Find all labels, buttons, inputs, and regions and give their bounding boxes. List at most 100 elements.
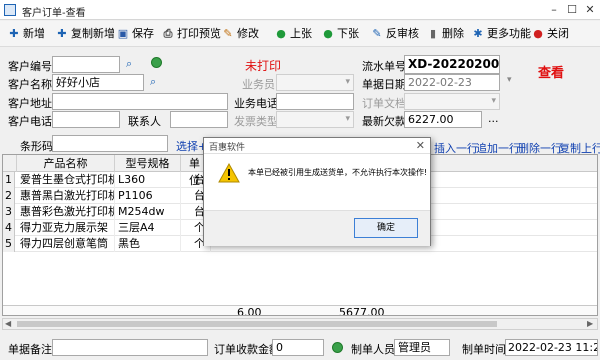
dialog-title: 百惠软件 <box>209 143 246 153</box>
dialog-close-icon[interactable]: ✕ <box>416 139 425 152</box>
edit-icon: ✎ <box>223 27 233 40</box>
delete-label: 删除 <box>442 27 464 40</box>
next-record-button[interactable]: ● 下张 <box>322 25 359 43</box>
latest-debt-label: 最新欠款 <box>362 115 406 128</box>
customer-no-field[interactable] <box>52 56 120 73</box>
date-dropdown-icon[interactable]: ▾ <box>507 75 512 85</box>
order-doc-select[interactable]: ▾ <box>404 93 500 110</box>
print-preview-button[interactable]: ⎙ 打印预览 <box>162 25 221 43</box>
more-functions-button[interactable]: ✱ 更多功能 <box>472 25 531 43</box>
date-label: 单据日期 <box>362 78 406 91</box>
scrollbar-thumb[interactable] <box>17 321 497 327</box>
unaudit-icon: ✎ <box>372 27 382 40</box>
invoice-type-label: 发票类型 <box>234 115 278 128</box>
product-name-cell[interactable]: 惠普彩色激光打印机 <box>17 204 115 220</box>
model-cell[interactable]: L360 <box>115 172 181 188</box>
created-time-label: 制单时间 <box>462 343 506 356</box>
close-button[interactable]: ● 关闭 <box>532 25 569 43</box>
product-name-cell[interactable]: 爱普生墨仓式打印机 <box>17 172 115 188</box>
customer-name-field[interactable]: 好好小店 <box>52 74 144 91</box>
dialog-body: 本单已经被引用生成送货单，不允许执行本次操作! <box>204 155 430 210</box>
model-cell[interactable]: P1106 <box>115 188 181 204</box>
view-stamp: 查看 <box>538 66 565 81</box>
order-no-label: 流水单号 <box>362 60 406 73</box>
ok-button[interactable]: 确定 <box>354 218 418 238</box>
customer-phone-field[interactable] <box>52 111 120 128</box>
dialog-footer: 确定 <box>204 210 430 246</box>
window-title: 客户订单-查看 <box>22 8 86 19</box>
customer-address-label: 客户地址 <box>8 97 52 110</box>
customer-address-field[interactable] <box>52 93 228 110</box>
date-field[interactable]: 2022-02-23 <box>404 74 500 91</box>
customer-phone-label: 客户电话 <box>8 115 52 128</box>
new-button[interactable]: ✚ 新增 <box>8 25 45 43</box>
prev-record-button[interactable]: ● 上张 <box>275 25 312 43</box>
copy-new-button[interactable]: ✚ 复制新增 <box>56 25 115 43</box>
salesperson-label: 业务员 <box>242 78 275 91</box>
more-functions-label: 更多功能 <box>487 27 531 40</box>
product-name-cell[interactable]: 得力四层创意笔筒 <box>17 236 115 252</box>
business-phone-label: 业务电话 <box>234 97 278 110</box>
received-field[interactable]: 0 <box>272 339 324 356</box>
save-icon: ▣ <box>117 27 129 40</box>
created-time-field: 2022-02-23 11:26:20 <box>505 339 598 356</box>
status-bar: 单据备注 订单收款金额 0 制单人员 管理员 制单时间 2022-02-23 1… <box>0 337 600 359</box>
model-cell[interactable]: 黑色 <box>115 236 181 252</box>
search-icon[interactable]: ⌕ <box>126 57 132 71</box>
plus-icon: ✚ <box>9 27 19 40</box>
remark-field[interactable] <box>52 339 208 356</box>
dialog-message: 本单已经被引用生成送货单，不允许执行本次操作! <box>248 168 428 177</box>
dialog-title-bar: 百惠软件 ✕ <box>204 138 430 154</box>
save-label: 保存 <box>132 27 154 40</box>
warning-icon <box>218 163 240 183</box>
save-button[interactable]: ▣ 保存 <box>117 25 154 43</box>
maximize-button[interactable]: ☐ <box>564 3 580 17</box>
sum-amount: 5677.00 <box>339 306 385 316</box>
order-no-field[interactable]: XD-202202002 <box>404 55 500 74</box>
creator-field: 管理员 <box>394 339 450 356</box>
arrow-up-icon: ● <box>276 27 286 40</box>
refresh-icon[interactable] <box>151 57 162 68</box>
chevron-down-icon: ▾ <box>345 77 350 87</box>
customer-search-icon[interactable]: ⌕ <box>150 75 156 89</box>
close-circle-icon: ● <box>533 27 543 40</box>
horizontal-scrollbar[interactable]: ◀ ▶ <box>2 318 598 330</box>
customer-no-label: 客户编号 <box>8 60 52 73</box>
column-header-model[interactable]: 型号规格 <box>115 155 181 172</box>
column-header-product-name[interactable]: 产品名称 <box>17 155 115 172</box>
contact-label: 联系人 <box>128 115 161 128</box>
edit-button[interactable]: ✎ 修改 <box>222 25 259 43</box>
print-preview-label: 打印预览 <box>177 27 221 40</box>
title-bar: 客户订单-查看 – ☐ ✕ <box>0 0 600 20</box>
scroll-left-icon[interactable]: ◀ <box>5 319 11 328</box>
model-cell[interactable]: 三层A4 <box>115 220 181 236</box>
scroll-right-icon[interactable]: ▶ <box>587 319 593 328</box>
row-number: 1 <box>3 172 15 188</box>
status-ok-icon <box>332 342 343 353</box>
minimize-button[interactable]: – <box>546 3 562 17</box>
edit-label: 修改 <box>237 27 259 40</box>
delete-icon: ▮ <box>429 27 437 40</box>
copy-add-icon: ✚ <box>57 27 67 40</box>
invoice-type-select[interactable]: ▾ <box>276 111 354 128</box>
model-cell[interactable]: M254dw <box>115 204 181 220</box>
delete-button[interactable]: ▮ 删除 <box>427 25 464 43</box>
window-close-button[interactable]: ✕ <box>582 3 598 17</box>
print-icon: ⎙ <box>163 27 173 40</box>
more-icon: ✱ <box>473 27 483 40</box>
barcode-field[interactable] <box>52 135 168 152</box>
contact-field[interactable] <box>170 111 228 128</box>
unaudit-label: 反审核 <box>386 27 419 40</box>
product-name-cell[interactable]: 得力亚克力展示架 <box>17 220 115 236</box>
product-name-cell[interactable]: 惠普黑白激光打印机 <box>17 188 115 204</box>
customer-name-label: 客户名称 <box>8 78 52 91</box>
unaudit-button[interactable]: ✎ 反审核 <box>371 25 419 43</box>
debt-more-button[interactable]: ... <box>488 112 499 125</box>
new-label: 新增 <box>23 27 45 40</box>
remark-label: 单据备注 <box>8 343 52 356</box>
arrow-down-icon: ● <box>323 27 333 40</box>
received-label: 订单收款金额 <box>214 343 280 356</box>
business-phone-field[interactable] <box>276 93 354 110</box>
row-number-header <box>3 155 17 172</box>
salesperson-select[interactable]: ▾ <box>276 74 354 91</box>
